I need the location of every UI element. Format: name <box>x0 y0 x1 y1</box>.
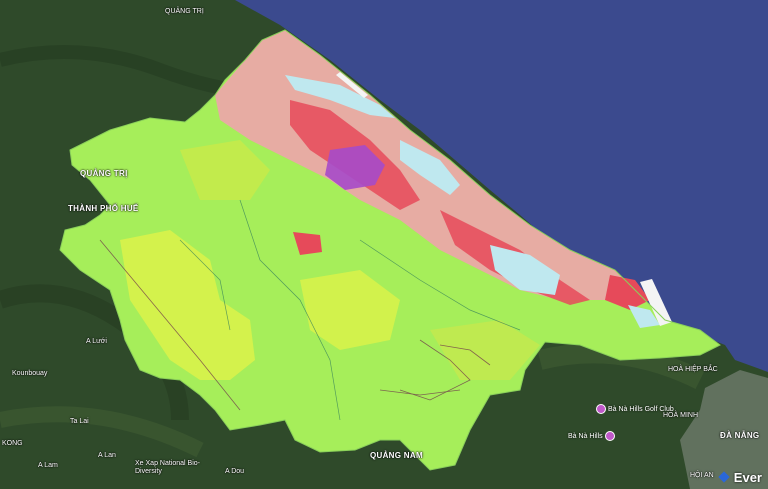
ever-logo-icon <box>719 472 731 484</box>
label-a-dou: A Dou <box>225 468 245 475</box>
label-kounbouay: Kounbouay <box>12 370 48 377</box>
brand-logo: Ever <box>719 470 762 485</box>
label-quang-tri: QUẢNG TRỊ <box>80 169 128 178</box>
label-da-nang: ĐÀ NẴNG <box>720 431 760 440</box>
poi-ba-na-golf[interactable]: Bà Nà Hills Golf Club <box>596 404 674 414</box>
label-hoi-an: HỘI AN <box>690 472 714 479</box>
attraction-pin-icon <box>604 431 615 441</box>
label-a-lan: A Lan <box>98 452 116 459</box>
poi-ba-na-hills[interactable]: Bà Nà Hills <box>568 431 615 441</box>
label-kong: KONG <box>2 440 23 447</box>
label-xe-xap: Xe Xap National Bio-Diversity <box>135 460 200 475</box>
map-canvas[interactable]: QUẢNG TRỊ THÀNH PHỐ HUẾ QUẢNG NAM Xe Xap… <box>0 0 768 489</box>
label-ta-lai: Ta Lai <box>70 418 89 425</box>
label-quang-tri-north: QUẢNG TRỊ <box>165 8 204 15</box>
label-hoa-hiep-bac: HOÀ HIỆP BẮC <box>668 366 718 373</box>
label-hue: THÀNH PHỐ HUẾ <box>68 204 139 213</box>
label-a-luoi: A Lưới <box>86 338 107 345</box>
map-layer <box>0 0 768 489</box>
label-a-lam: A Lam <box>38 462 58 469</box>
label-quang-nam: QUẢNG NAM <box>370 451 423 460</box>
golf-pin-icon <box>596 404 606 414</box>
